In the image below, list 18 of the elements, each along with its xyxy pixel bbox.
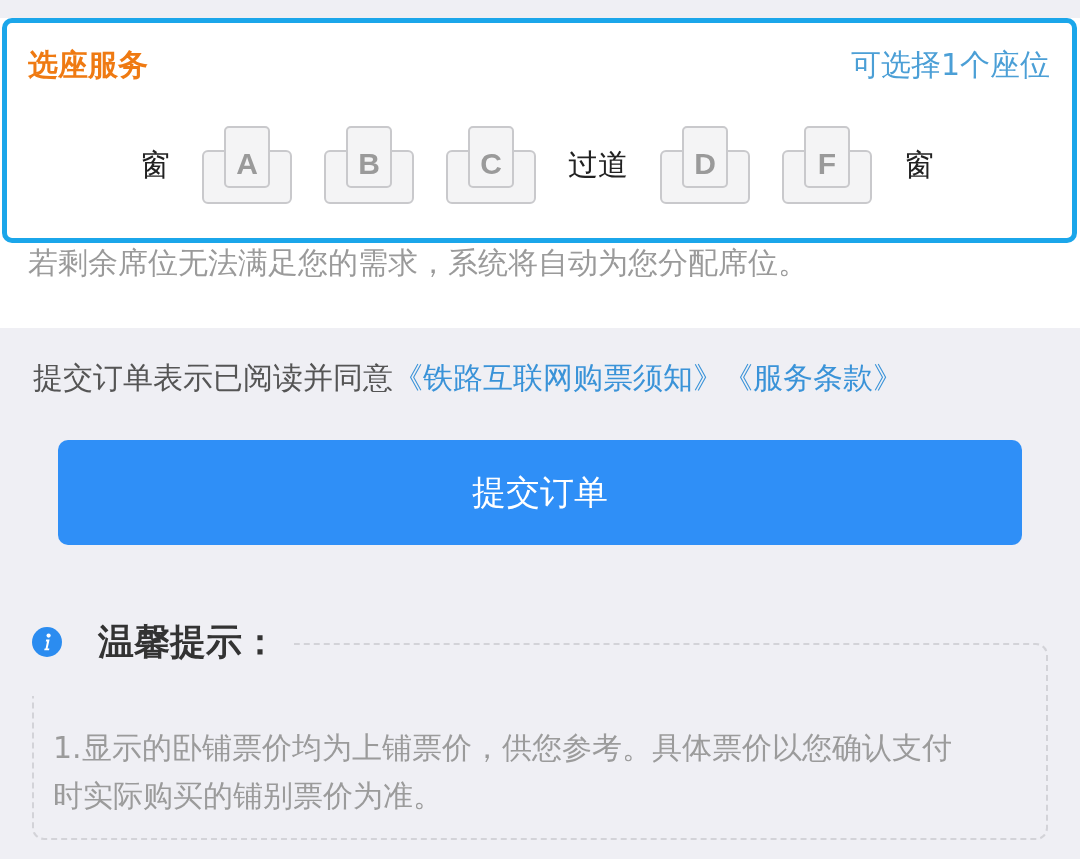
seat-count-hint: 可选择1个座位 [850,46,1050,84]
terms-link[interactable]: 《服务条款》 [723,358,903,398]
seat-button[interactable]: D [660,126,750,204]
seat-button[interactable]: A [202,126,292,204]
auto-assign-note: 若剩余席位无法满足您的需求，系统将自动为您分配席位。 [27,244,809,282]
position-label: 窗 [904,146,934,184]
seat-button[interactable]: C [446,126,536,204]
seat-button[interactable]: B [324,126,414,204]
panel-title: 选座服务 [28,46,148,84]
agreement-text: 提交订单表示已阅读并同意 [33,359,393,397]
terms-link[interactable]: 《铁路互联网购票须知》 [393,358,723,398]
tips-title: 温馨提示： [98,620,278,664]
info-icon [32,627,62,657]
seat-button[interactable]: F [782,126,872,204]
submit-order-button[interactable]: 提交订单 [58,440,1022,545]
tip-text: 1.显示的卧铺票价均为上铺票价，供您参考。具体票价以您确认支付时实际购买的铺别票价为准。 [53,729,953,815]
position-label: 过道 [568,146,628,184]
position-label: 窗 [140,146,170,184]
